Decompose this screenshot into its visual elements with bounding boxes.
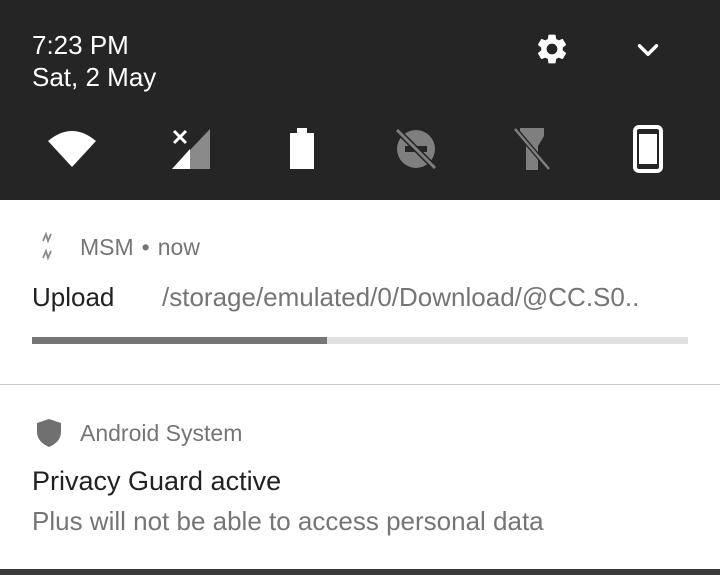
notification-app-name: MSM — [80, 233, 134, 260]
notification-text: Plus will not be able to access personal… — [32, 506, 544, 536]
collapse-button[interactable] — [628, 30, 668, 70]
notification-title: Upload — [32, 282, 115, 312]
msm-app-icon — [32, 232, 66, 262]
upload-progress-fill — [32, 337, 328, 344]
notification-separator: • — [141, 233, 150, 260]
cellular-no-signal-icon — [172, 129, 210, 169]
battery-icon — [290, 128, 314, 169]
notification-header-msm: MSM • now — [32, 232, 200, 262]
wifi-tile[interactable] — [44, 125, 100, 173]
notification-text: /storage/emulated/0/Download/@CC.S0.. — [162, 282, 640, 312]
auto-rotate-tile[interactable] — [620, 125, 676, 173]
wifi-icon — [48, 131, 96, 167]
clock-date[interactable]: Sat, 2 May — [32, 62, 156, 92]
portrait-phone-icon — [633, 125, 663, 173]
battery-tile[interactable] — [274, 125, 330, 173]
shield-icon — [32, 418, 66, 448]
notification-app-name: Android System — [80, 419, 243, 446]
settings-button[interactable] — [532, 29, 572, 69]
flashlight-tile[interactable] — [504, 125, 560, 173]
notification-time: now — [157, 233, 200, 260]
dnd-off-icon — [395, 128, 437, 170]
gear-icon — [537, 34, 567, 64]
flashlight-off-icon — [514, 128, 550, 170]
notification-title: Privacy Guard active — [32, 466, 282, 496]
do-not-disturb-tile[interactable] — [388, 125, 444, 173]
chevron-down-icon — [637, 44, 659, 56]
mobile-data-tile[interactable] — [160, 125, 216, 173]
clock-time: 7:23 PM — [32, 30, 129, 60]
notification-header-android-system: Android System — [32, 418, 242, 448]
next-notification-edge — [0, 569, 720, 575]
upload-progress-bar — [32, 337, 688, 344]
notification-shade-header: 7:23 PM Sat, 2 May — [0, 0, 720, 200]
